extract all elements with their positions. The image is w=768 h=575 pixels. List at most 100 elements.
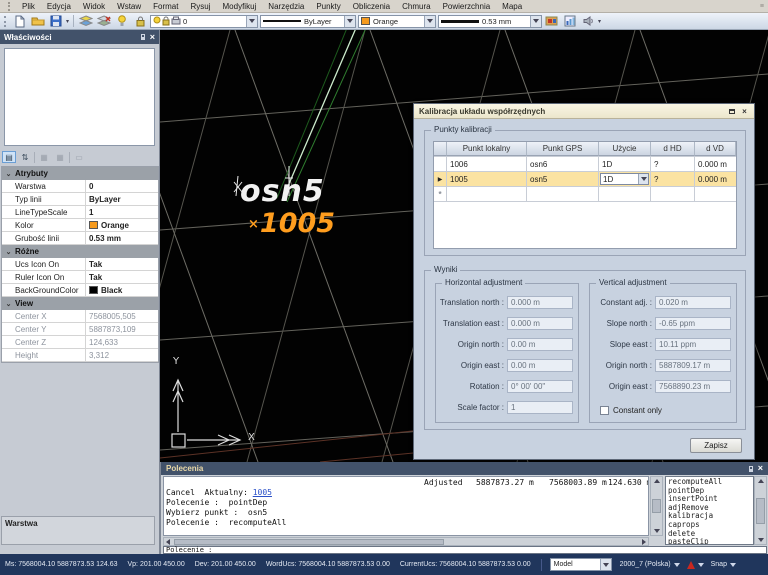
scroll-up-icon[interactable] bbox=[757, 479, 764, 483]
slope-north-input[interactable]: -0.65 ppm bbox=[655, 317, 731, 330]
lineweight-select[interactable]: 0.53 mm bbox=[438, 14, 543, 28]
warstwa-subpanel[interactable]: Warstwa bbox=[1, 516, 155, 545]
open-file-button[interactable] bbox=[30, 14, 46, 28]
pin-icon[interactable] bbox=[140, 34, 145, 40]
menu-powierzchnia[interactable]: Powierzchnia bbox=[437, 0, 497, 13]
use-dropdown[interactable]: 1D bbox=[600, 173, 649, 185]
layer-state-button[interactable] bbox=[96, 14, 112, 28]
constant-adj-input[interactable]: 0.020 m bbox=[655, 296, 731, 309]
property-row-ruler-icon[interactable]: Ruler Icon On Tak bbox=[2, 270, 158, 284]
history-horizontal-scrollbar[interactable] bbox=[163, 537, 649, 546]
layer-select[interactable]: 0 bbox=[150, 14, 259, 28]
description-toggle-button[interactable]: ▭ bbox=[72, 151, 86, 163]
list-vertical-scrollbar[interactable] bbox=[754, 476, 767, 545]
section-header-atrybuty[interactable]: ⌄ Atrybuty bbox=[2, 167, 158, 180]
categorized-view-button[interactable]: ▤ bbox=[2, 151, 16, 163]
rotation-input[interactable]: 0° 00' 00" bbox=[507, 380, 573, 393]
linetype-select-arrow[interactable] bbox=[344, 15, 356, 27]
history-vertical-scrollbar[interactable] bbox=[650, 476, 663, 536]
menu-edycja[interactable]: Edycja bbox=[41, 0, 77, 13]
property-pages-button[interactable]: ▦ bbox=[37, 151, 51, 163]
property-row-ucs-icon[interactable]: Ucs Icon On Tak bbox=[2, 257, 158, 271]
use-dropdown-arrow[interactable] bbox=[638, 174, 648, 184]
table-row-selected[interactable]: ▶ 1005 osn5 1D ? 0.000 m bbox=[434, 172, 736, 187]
lineweight-select-arrow[interactable] bbox=[530, 15, 542, 27]
translation-north-input[interactable]: 0.000 m bbox=[507, 296, 573, 309]
slope-east-input[interactable]: 10.11 ppm bbox=[655, 338, 731, 351]
toolbar-grip[interactable] bbox=[4, 15, 7, 27]
list-item[interactable]: pasteClip bbox=[668, 538, 753, 544]
style-tool-button[interactable] bbox=[544, 14, 560, 28]
close-icon[interactable]: × bbox=[758, 464, 763, 473]
origin-north-h-input[interactable]: 0.00 m bbox=[507, 338, 573, 351]
pin-icon[interactable] bbox=[748, 465, 753, 472]
origin-east-v-input[interactable]: 7568890.23 m bbox=[655, 380, 731, 393]
new-file-button[interactable] bbox=[12, 14, 28, 28]
crs-select[interactable]: 2000_7 (Polska) bbox=[620, 561, 680, 568]
table-row[interactable]: 1006 osn6 1D ? 0.000 m bbox=[434, 157, 736, 172]
close-icon[interactable]: × bbox=[150, 32, 155, 42]
scroll-down-icon[interactable] bbox=[757, 538, 764, 542]
file-tools-overflow[interactable]: ▾ bbox=[66, 18, 69, 25]
toolbar-grip[interactable] bbox=[8, 1, 11, 11]
chart-tool-button[interactable] bbox=[562, 14, 578, 28]
layer-on-off-button[interactable] bbox=[114, 14, 130, 28]
model-select-arrow[interactable] bbox=[599, 559, 611, 570]
menu-obliczenia[interactable]: Obliczenia bbox=[347, 0, 396, 13]
snap-toggle[interactable]: Snap bbox=[711, 561, 736, 568]
property-row-typ-linii[interactable]: Typ linii ByLayer bbox=[2, 192, 158, 206]
origin-east-h-input[interactable]: 0.00 m bbox=[507, 359, 573, 372]
translation-east-input[interactable]: 0.000 m bbox=[507, 317, 573, 330]
layer-select-arrow[interactable] bbox=[246, 15, 258, 27]
property-row-warstwa[interactable]: Warstwa 0 bbox=[2, 179, 158, 193]
menu-mapa[interactable]: Mapa bbox=[496, 0, 528, 13]
menu-rysuj[interactable]: Rysuj bbox=[184, 0, 216, 13]
color-select-arrow[interactable] bbox=[424, 15, 436, 27]
menu-wstaw[interactable]: Wstaw bbox=[111, 0, 147, 13]
scale-factor-input[interactable]: 1 bbox=[507, 401, 573, 414]
toolbar-overflow[interactable]: ▾ bbox=[598, 18, 601, 25]
dialog-titlebar[interactable]: Kalibracja układu współrzędnych × bbox=[414, 104, 754, 119]
table-new-row[interactable]: * bbox=[434, 187, 736, 202]
maximize-icon[interactable] bbox=[727, 107, 736, 116]
close-icon[interactable]: × bbox=[740, 107, 749, 116]
property-row-grubosc[interactable]: Grubość linii 0.53 mm bbox=[2, 231, 158, 245]
section-header-rozne[interactable]: ⌄ Różne bbox=[2, 245, 158, 258]
command-history[interactable]: Aktualny: 1005 Adjusted 5887873.27 m 756… bbox=[163, 476, 649, 536]
menu-modyfikuj[interactable]: Modyfikuj bbox=[217, 0, 263, 13]
property-row-linetypescale[interactable]: LineTypeScale 1 bbox=[2, 205, 158, 219]
menu-chmura[interactable]: Chmura bbox=[396, 0, 436, 13]
menu-narzedzia[interactable]: Narzędzia bbox=[262, 0, 310, 13]
property-row-kolor[interactable]: Kolor Orange bbox=[2, 218, 158, 232]
property-pages-button-2[interactable]: ▦ bbox=[53, 151, 67, 163]
model-space-select[interactable]: Model bbox=[549, 558, 612, 571]
crs-warning-indicator[interactable] bbox=[686, 560, 704, 569]
speaker-tool-button[interactable] bbox=[580, 14, 596, 28]
property-row-background-color[interactable]: BackGroundColor Black bbox=[2, 283, 158, 297]
layer-manager-button[interactable] bbox=[78, 14, 94, 28]
linetype-select[interactable]: ByLayer bbox=[260, 14, 357, 28]
menu-punkty[interactable]: Punkty bbox=[310, 0, 346, 13]
scroll-left-icon[interactable] bbox=[166, 538, 170, 545]
menu-widok[interactable]: Widok bbox=[77, 0, 111, 13]
point-number-label: × 1005 bbox=[248, 208, 336, 239]
menu-format[interactable]: Format bbox=[147, 0, 184, 13]
section-header-view[interactable]: ⌄ View bbox=[2, 297, 158, 310]
sort-alphabetical-button[interactable]: ⇅ bbox=[18, 151, 32, 163]
scrollbar-thumb[interactable] bbox=[174, 539, 444, 545]
origin-north-v-input[interactable]: 5887809.17 m bbox=[655, 359, 731, 372]
scroll-down-icon[interactable] bbox=[653, 529, 660, 533]
layer-lock-button[interactable] bbox=[132, 14, 148, 28]
scroll-right-icon[interactable] bbox=[642, 538, 646, 545]
save-button[interactable]: Zapisz bbox=[690, 438, 742, 453]
command-shortcut-list[interactable]: recomputeAll pointDep insertPoint adjRem… bbox=[665, 476, 754, 545]
constant-only-checkbox[interactable] bbox=[600, 406, 609, 415]
scroll-up-icon[interactable] bbox=[653, 479, 660, 483]
properties-selection-list[interactable] bbox=[4, 48, 155, 146]
command-input[interactable]: Polecenie : bbox=[163, 546, 767, 554]
scrollbar-thumb[interactable] bbox=[652, 499, 661, 513]
menu-plik[interactable]: Plik bbox=[16, 0, 41, 13]
save-button[interactable] bbox=[48, 14, 64, 28]
scrollbar-thumb[interactable] bbox=[756, 497, 765, 524]
color-select[interactable]: Orange bbox=[358, 14, 437, 28]
